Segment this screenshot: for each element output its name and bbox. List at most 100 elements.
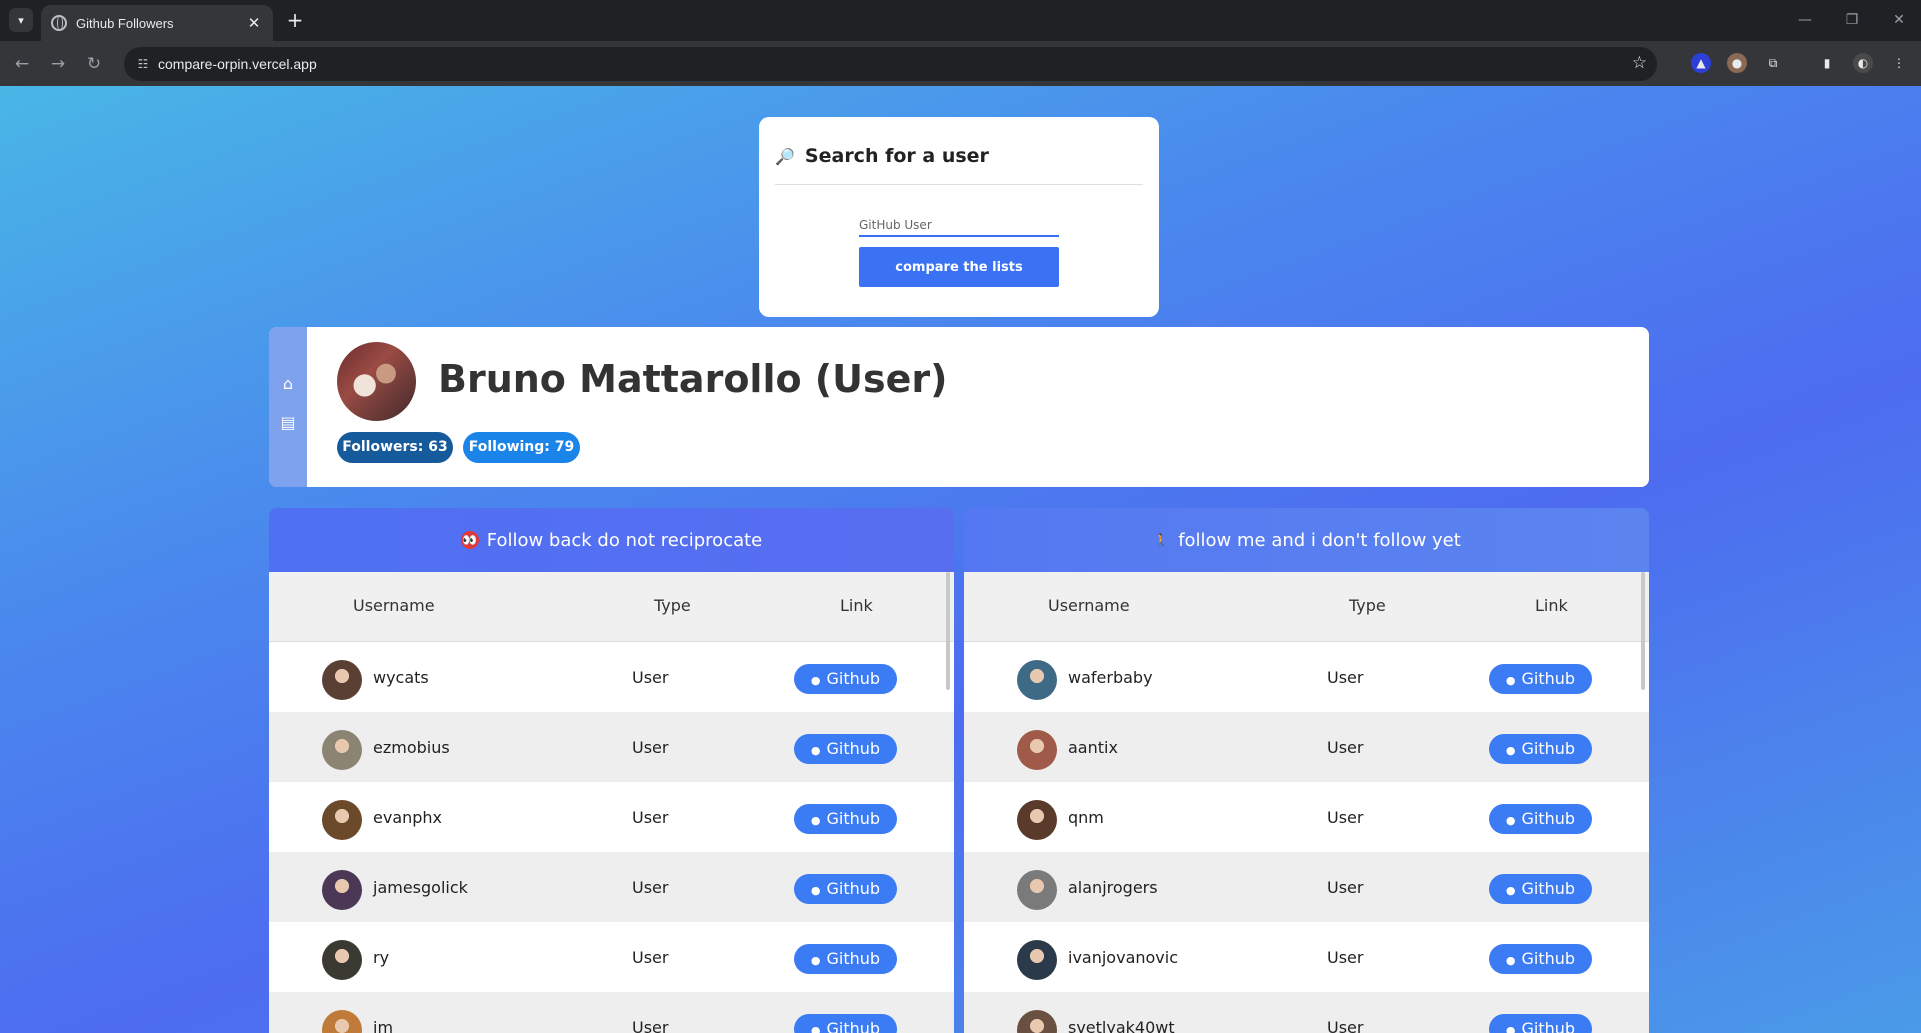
github-link-button[interactable]: ● Github bbox=[794, 874, 897, 904]
new-tab-icon[interactable]: + bbox=[283, 9, 307, 33]
github-link-label: Github bbox=[826, 949, 881, 968]
not-reciprocating-panel: 👀 Follow back do not reciprocate Usernam… bbox=[269, 508, 954, 1033]
user-type: User bbox=[632, 738, 669, 757]
username: svetlyak40wt bbox=[1068, 1018, 1175, 1033]
browser-tab[interactable]: Github Followers ✕ bbox=[41, 5, 273, 41]
github-link-label: Github bbox=[826, 1019, 881, 1033]
panel-title: Follow back do not reciprocate bbox=[486, 529, 763, 551]
github-link-button[interactable]: ● Github bbox=[1489, 734, 1592, 764]
user-avatar bbox=[322, 1010, 362, 1033]
github-link-label: Github bbox=[826, 669, 881, 688]
users-table: Username Type Link wycats User ● Github ezmo… bbox=[269, 572, 954, 1033]
github-link-label: Github bbox=[826, 739, 881, 758]
github-link-button[interactable]: ● Github bbox=[1489, 1014, 1592, 1033]
menu-kebab-icon[interactable]: ⋮ bbox=[1889, 53, 1909, 73]
user-avatar bbox=[1017, 660, 1057, 700]
github-icon[interactable]: ⌂ bbox=[277, 373, 299, 395]
user-type: User bbox=[1327, 668, 1364, 687]
tab-search-chevron-icon[interactable]: ▾ bbox=[9, 8, 33, 32]
site-info-icon[interactable]: ☷ bbox=[134, 55, 152, 73]
profile-sidebar: ⌂ ▤ bbox=[269, 327, 307, 487]
github-link-button[interactable]: ● Github bbox=[794, 1014, 897, 1033]
github-link-button[interactable]: ● Github bbox=[794, 734, 897, 764]
username: ivanjovanovic bbox=[1068, 948, 1179, 967]
extensions-puzzle-icon[interactable]: ⧉ bbox=[1763, 53, 1783, 73]
page-content: 🔎 Search for a user compare the lists ⌂ … bbox=[0, 86, 1921, 1033]
following-badge: Following: 79 bbox=[463, 432, 580, 463]
table-row: ezmobius User ● Github bbox=[269, 712, 954, 782]
user-type: User bbox=[1327, 808, 1364, 827]
table-row: jamesgolick User ● Github bbox=[269, 852, 954, 922]
minimize-icon[interactable]: — bbox=[1790, 8, 1820, 32]
username: evanphx bbox=[373, 808, 443, 827]
user-type: User bbox=[1327, 948, 1364, 967]
side-panel-icon[interactable]: ▮ bbox=[1817, 53, 1837, 73]
username: aantix bbox=[1068, 738, 1118, 757]
profile-card: ⌂ ▤ Bruno Mattarollo (User) Followers: 6… bbox=[269, 327, 1649, 487]
followers-badge: Followers: 63 bbox=[337, 432, 453, 463]
table-header: Username Type Link bbox=[964, 572, 1649, 642]
github-cat-icon: ● bbox=[810, 954, 821, 967]
reload-icon[interactable]: ↻ bbox=[81, 51, 107, 77]
close-tab-icon[interactable]: ✕ bbox=[245, 14, 263, 32]
close-window-icon[interactable]: ✕ bbox=[1884, 8, 1914, 32]
profile-name: Bruno Mattarollo (User) bbox=[438, 357, 948, 401]
table-row: wycats User ● Github bbox=[269, 642, 954, 712]
restore-icon[interactable]: ❐ bbox=[1837, 8, 1867, 32]
id-card-icon[interactable]: ▤ bbox=[277, 412, 299, 434]
github-link-button[interactable]: ● Github bbox=[1489, 804, 1592, 834]
github-cat-icon: ● bbox=[810, 814, 821, 827]
table-row: evanphx User ● Github bbox=[269, 782, 954, 852]
compare-lists-button[interactable]: compare the lists bbox=[859, 247, 1059, 287]
profile-avatar bbox=[337, 342, 416, 421]
user-avatar bbox=[322, 800, 362, 840]
github-link-label: Github bbox=[1521, 739, 1576, 758]
scrollbar[interactable] bbox=[946, 572, 950, 690]
user-avatar bbox=[1017, 870, 1057, 910]
table-row: qnm User ● Github bbox=[964, 782, 1649, 852]
table-row: jm User ● Github bbox=[269, 992, 954, 1033]
search-header: 🔎 Search for a user bbox=[775, 145, 989, 167]
tab-title: Github Followers bbox=[76, 15, 174, 31]
table-header: Username Type Link bbox=[269, 572, 954, 642]
github-cat-icon: ● bbox=[1505, 1024, 1516, 1033]
github-link-label: Github bbox=[826, 879, 881, 898]
github-link-button[interactable]: ● Github bbox=[1489, 944, 1592, 974]
github-link-button[interactable]: ● Github bbox=[794, 804, 897, 834]
table-row: ry User ● Github bbox=[269, 922, 954, 992]
github-link-label: Github bbox=[1521, 669, 1576, 688]
user-avatar bbox=[1017, 1010, 1057, 1033]
extension-icon[interactable]: ▲ bbox=[1691, 53, 1711, 73]
user-type: User bbox=[632, 808, 669, 827]
user-avatar bbox=[1017, 730, 1057, 770]
github-link-label: Github bbox=[1521, 1019, 1576, 1033]
github-link-button[interactable]: ● Github bbox=[794, 664, 897, 694]
address-bar[interactable]: ☷ compare-orpin.vercel.app ☆ bbox=[124, 47, 1657, 81]
user-avatar bbox=[322, 660, 362, 700]
github-cat-icon: ● bbox=[810, 674, 821, 687]
github-link-button[interactable]: ● Github bbox=[1489, 874, 1592, 904]
table-body: wycats User ● Github ezmobius User ● Github evan… bbox=[269, 642, 954, 1033]
table-row: ivanjovanovic User ● Github bbox=[964, 922, 1649, 992]
github-cat-icon: ● bbox=[810, 884, 821, 897]
users-table: Username Type Link waferbaby User ● Github a… bbox=[964, 572, 1649, 1033]
table-row: waferbaby User ● Github bbox=[964, 642, 1649, 712]
username: qnm bbox=[1068, 808, 1104, 827]
github-cat-icon: ● bbox=[1505, 674, 1516, 687]
extension-avatar-icon[interactable]: ● bbox=[1727, 53, 1747, 73]
table-row: svetlyak40wt User ● Github bbox=[964, 992, 1649, 1033]
user-type: User bbox=[632, 948, 669, 967]
globe-icon bbox=[51, 15, 67, 31]
back-icon[interactable]: ← bbox=[9, 51, 35, 77]
bookmark-star-icon[interactable]: ☆ bbox=[1632, 53, 1647, 73]
column-link: Link bbox=[840, 596, 873, 615]
github-user-input[interactable] bbox=[859, 215, 1059, 237]
user-avatar bbox=[1017, 940, 1057, 980]
github-cat-icon: ● bbox=[1505, 744, 1516, 757]
profile-avatar-icon[interactable]: ◐ bbox=[1853, 53, 1873, 73]
scrollbar[interactable] bbox=[1641, 572, 1645, 690]
github-link-button[interactable]: ● Github bbox=[1489, 664, 1592, 694]
username: wycats bbox=[373, 668, 429, 687]
forward-icon[interactable]: → bbox=[45, 51, 71, 77]
github-link-button[interactable]: ● Github bbox=[794, 944, 897, 974]
